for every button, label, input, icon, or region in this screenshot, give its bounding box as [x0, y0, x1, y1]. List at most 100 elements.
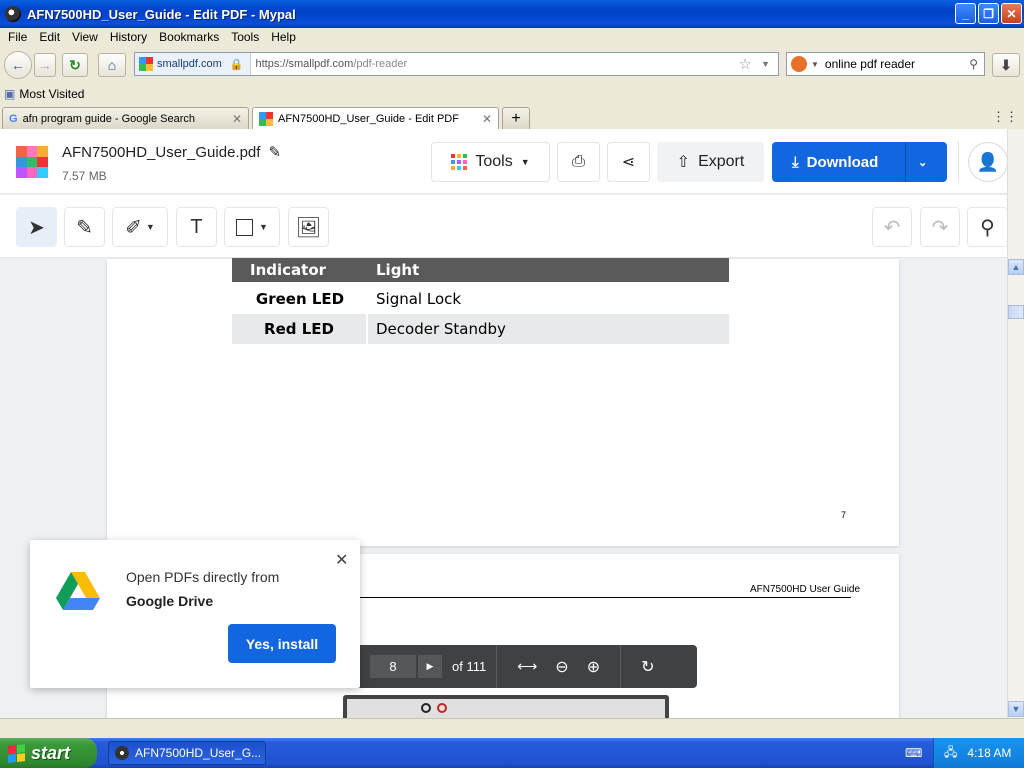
file-name-text: AFN7500HD_User_Guide.pdf [62, 144, 261, 161]
duckduckgo-icon [791, 56, 807, 72]
clock: 4:18 AM [967, 746, 1012, 760]
select-tool-button[interactable]: ➤ [16, 207, 57, 247]
image-tool-button[interactable]: 🖼 [288, 207, 329, 247]
table-header-cell: Light [376, 261, 420, 279]
export-label: Export [698, 153, 745, 170]
menu-view[interactable]: View [66, 30, 104, 44]
taskbar-window-item[interactable]: AFN7500HD_User_G... [108, 741, 266, 765]
zoom-out-icon[interactable]: ⊖ [555, 657, 568, 677]
url-path: /pdf-reader [353, 58, 408, 70]
search-icon[interactable]: ⚲ [969, 57, 978, 71]
menu-file[interactable]: File [2, 30, 33, 44]
current-page-value: 8 [389, 659, 397, 674]
file-name[interactable]: AFN7500HD_User_Guide.pdf ✎ [62, 143, 281, 161]
shape-tool-button[interactable]: ▼ [224, 207, 280, 247]
text-tool-button[interactable]: T [176, 207, 217, 247]
scrollbar-thumb[interactable] [1008, 305, 1024, 319]
menu-bar: File Edit View History Bookmarks Tools H… [0, 28, 1024, 46]
downloads-button[interactable]: ⬇ [992, 53, 1020, 77]
tab-google-search[interactable]: G afn program guide - Google Search ✕ [2, 107, 249, 129]
url-bar[interactable]: smallpdf.com 🔒 https://smallpdf.com/pdf-… [134, 52, 779, 76]
bookmark-star-icon[interactable]: ☆ [739, 55, 752, 73]
redo-icon: ↷ [931, 216, 949, 239]
vertical-scrollbar[interactable]: ▲ ▼ [1007, 129, 1024, 718]
url-dropdown-icon[interactable]: ▼ [761, 59, 770, 69]
site-identity[interactable]: smallpdf.com 🔒 [135, 53, 251, 75]
user-icon: 👤 [976, 151, 1000, 172]
lock-icon: 🔒 [229, 58, 244, 71]
header-divider [958, 141, 959, 183]
text-t-icon: T [190, 215, 203, 238]
smallpdf-favicon [139, 57, 153, 71]
redo-button[interactable]: ↷ [920, 207, 960, 247]
print-button[interactable]: ⎙ [557, 142, 600, 182]
divider [620, 645, 622, 688]
smallpdf-logo[interactable] [16, 146, 48, 178]
download-divider [905, 142, 906, 182]
share-button[interactable]: ⋖ [607, 142, 650, 182]
pencil-icon[interactable]: ✎ [268, 144, 281, 161]
table-cell: Decoder Standby [376, 320, 506, 338]
total-pages: of 111 [452, 659, 487, 674]
magnifier-icon: ⚲ [980, 216, 995, 239]
page-number-input[interactable]: 8 [370, 655, 416, 678]
reload-button[interactable]: ↻ [62, 53, 88, 77]
share-icon: ⋖ [621, 154, 636, 171]
tab-label: AFN7500HD_User_Guide - Edit PDF [278, 113, 459, 125]
back-button[interactable]: ← [4, 51, 32, 79]
menu-tools[interactable]: Tools [225, 30, 265, 44]
bookmarks-toolbar: ▣ Most Visited [0, 84, 1024, 104]
bookmark-most-visited[interactable]: Most Visited [19, 87, 84, 101]
export-button[interactable]: ⇧ Export [657, 142, 764, 182]
restore-button[interactable]: ❐ [978, 3, 999, 24]
scroll-down-arrow-icon[interactable]: ▼ [1008, 701, 1024, 717]
network-icon[interactable]: 🖧 [944, 743, 957, 764]
undo-button[interactable]: ↶ [872, 207, 912, 247]
forward-button[interactable]: → [34, 53, 56, 77]
tab-list-icon[interactable]: ⋮⋮ [992, 109, 1018, 125]
next-page-button[interactable]: ▶ [418, 655, 442, 678]
close-button[interactable]: ✕ [1001, 3, 1022, 24]
menu-history[interactable]: History [104, 30, 153, 44]
yes-install-button[interactable]: Yes, install [228, 624, 336, 663]
zoom-in-icon[interactable]: ⊕ [587, 657, 600, 677]
search-box[interactable]: ▼ online pdf reader ⚲ [786, 52, 985, 76]
search-engine-dropdown-icon[interactable]: ▼ [811, 60, 819, 69]
device-illustration [343, 695, 669, 719]
google-drive-promo: Open PDFs directly from Google Drive Yes… [30, 540, 360, 688]
search-input[interactable]: online pdf reader [825, 57, 915, 71]
new-tab-button[interactable]: + [502, 107, 530, 129]
tab-edit-pdf[interactable]: AFN7500HD_User_Guide - Edit PDF ✕ [252, 107, 499, 130]
menu-help[interactable]: Help [265, 30, 302, 44]
page-number: 7 [841, 510, 847, 520]
scroll-up-arrow-icon[interactable]: ▲ [1008, 259, 1024, 275]
download-button[interactable]: ⤓ Download ⌄ [772, 142, 947, 182]
chevron-down-icon: ▼ [259, 222, 268, 232]
keyboard-icon[interactable]: ⌨ [905, 746, 922, 760]
windows-logo-icon [8, 743, 25, 763]
close-popup-icon[interactable]: ✕ [335, 550, 348, 570]
download-dropdown-icon[interactable]: ⌄ [918, 156, 927, 169]
caret-right-icon: ▶ [426, 661, 434, 671]
printer-icon: ⎙ [572, 153, 585, 170]
minimize-button[interactable]: _ [955, 3, 976, 24]
close-tab-icon[interactable]: ✕ [482, 112, 492, 126]
pdf-page-7: Indicator Light Green LED Signal Lock Re… [107, 258, 899, 546]
search-tool-button[interactable]: ⚲ [967, 207, 1008, 247]
download-arrow-icon: ⬇ [1000, 56, 1012, 73]
start-button[interactable]: start [0, 738, 97, 768]
menu-bookmarks[interactable]: Bookmarks [153, 30, 225, 44]
highlighter-tool-button[interactable]: ✐ ▼ [112, 207, 168, 247]
rotate-icon[interactable]: ↻ [641, 657, 654, 677]
tools-button[interactable]: Tools ▼ [431, 142, 550, 182]
pencil-tool-button[interactable]: ✎ [64, 207, 105, 247]
device-panel [347, 699, 665, 719]
menu-edit[interactable]: Edit [33, 30, 66, 44]
file-size: 7.57 MB [62, 169, 107, 183]
rectangle-icon [236, 218, 254, 236]
close-tab-icon[interactable]: ✕ [232, 112, 242, 126]
home-button[interactable]: ⌂ [98, 53, 126, 77]
chevron-down-icon: ▼ [145, 222, 155, 232]
account-button[interactable]: 👤 [968, 142, 1008, 182]
fit-width-icon[interactable]: ⟷ [517, 658, 537, 675]
